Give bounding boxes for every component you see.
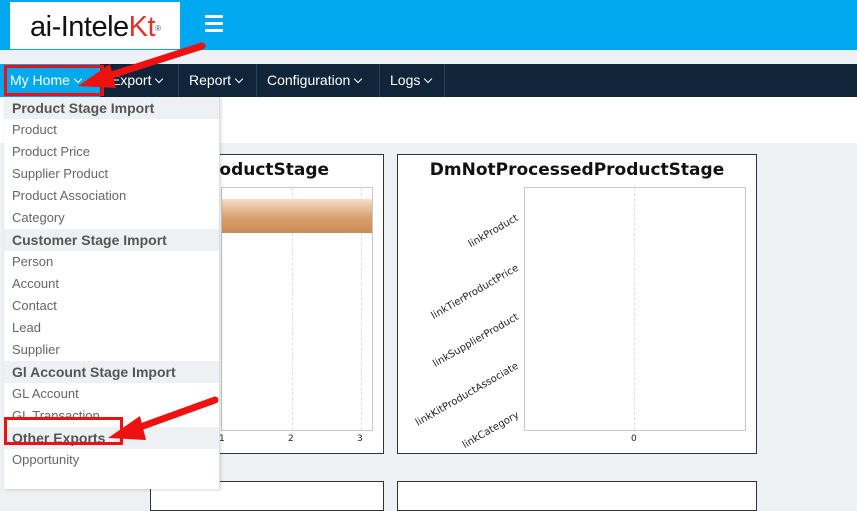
grid-line [634, 188, 635, 430]
menu-item-product[interactable]: Product [4, 119, 219, 141]
menu-item-product-association[interactable]: Product Association [4, 185, 219, 207]
y-axis-label: linkCategory [460, 409, 521, 451]
chevron-down-icon [234, 74, 244, 84]
menu-item-supplier-product[interactable]: Supplier Product [4, 163, 219, 185]
chart-title: roductStage [211, 160, 330, 180]
red-arrow-icon [78, 42, 206, 88]
hamburger-icon[interactable] [205, 15, 223, 32]
chart-plot-area [221, 187, 373, 431]
y-axis-label: linkProduct [467, 212, 521, 251]
y-axis-label: linkSupplierProduct [431, 311, 521, 370]
chart-bar [222, 199, 372, 233]
nav-logs[interactable]: Logs [380, 64, 445, 97]
chart-panel-bottom-right [397, 481, 757, 511]
red-arrow-icon [108, 396, 219, 440]
y-axis-label: linkTierProductPrice [429, 262, 521, 322]
menu-item-category[interactable]: Category [4, 207, 219, 229]
menu-item-account[interactable]: Account [4, 273, 219, 295]
menu-item-opportunity[interactable]: Opportunity [4, 449, 219, 471]
menu-item-lead[interactable]: Lead [4, 317, 219, 339]
menu-item-product-price[interactable]: Product Price [4, 141, 219, 163]
menu-item-person[interactable]: Person [4, 251, 219, 273]
menu-item-supplier[interactable]: Supplier [4, 339, 219, 361]
dropdown-group-header: Gl Account Stage Import [4, 361, 219, 383]
x-tick-label: 3 [357, 434, 363, 444]
chart-plot-area [524, 187, 746, 431]
dropdown-group-header: Customer Stage Import [4, 229, 219, 251]
chart-title: DmNotProcessedProductStage [429, 160, 725, 180]
chart-panel-dm-not-processed: DmNotProcessedProductStage linkProduct l… [397, 154, 757, 454]
x-tick-label: 0 [631, 434, 637, 444]
dropdown-group-header: Product Stage Import [4, 97, 219, 119]
chevron-down-icon [354, 74, 363, 84]
chevron-down-icon [424, 74, 433, 84]
x-tick-label: 2 [288, 434, 294, 444]
nav-configuration[interactable]: Configuration [257, 64, 380, 97]
menu-item-contact[interactable]: Contact [4, 295, 219, 317]
